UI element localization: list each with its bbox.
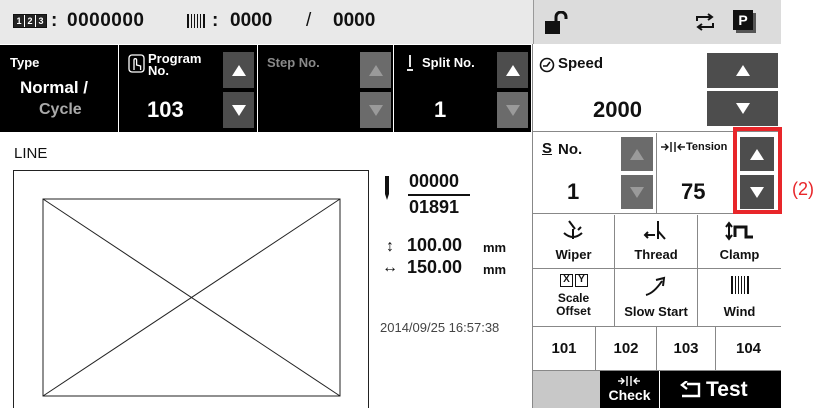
scale-offset-label-line2: Offset [556,304,591,318]
height-icon: ↕ [386,238,394,255]
clamp-icon [724,219,756,243]
speed-value: 2000 [593,97,642,122]
width-unit: mm [483,262,507,277]
needle-icon [405,54,415,72]
bobbin-separator: / [306,10,312,31]
s-no-value: 1 [567,179,580,204]
timestamp: 2014/09/25 16:57:38 [380,320,500,335]
speed-icon [539,57,555,73]
speed-up-button[interactable] [707,53,778,88]
program-down-button[interactable] [223,92,254,128]
tension-value: 75 [681,179,706,204]
height-unit: mm [483,240,507,255]
step-label: Step No. [267,55,320,70]
program-102-button[interactable]: 102 [596,327,657,370]
down-arrow-icon [630,186,644,198]
unlock-icon[interactable] [544,10,570,35]
bobbin-colon: : [212,10,219,31]
tension-highlight-box [733,127,782,214]
p-icon[interactable]: P [733,10,757,34]
program-104-button[interactable]: 104 [716,327,781,370]
split-label: Split No. [422,55,475,70]
stitch-divider [408,194,470,196]
type-panel[interactable]: Type Normal / Cycle [0,45,118,132]
up-arrow-icon [368,64,383,76]
thread-icon [643,219,669,243]
bottom-bar [533,371,600,408]
wind-button[interactable]: Wind [698,269,781,326]
counter-value: 0000000 [67,10,145,31]
check-button[interactable]: Check [600,371,659,408]
counter-icon: 1 2 3 [13,14,47,28]
step-down-button[interactable] [360,92,391,128]
split-down-button[interactable] [497,92,528,128]
down-arrow-icon [505,104,520,116]
wiper-icon [561,219,585,243]
scale-offset-button[interactable]: X Y Scale Offset [533,269,614,326]
speed-label: Speed [558,55,604,72]
bobbin-value: 0000 [230,10,273,31]
return-icon [679,380,701,399]
stitch-total: 01891 [409,197,460,217]
counter-colon: : [51,10,58,31]
program-hand-icon [128,54,145,73]
program-101-button[interactable]: 101 [533,327,596,370]
slow-start-label: Slow Start [624,304,688,319]
type-label: Type [10,55,40,70]
program-value: 103 [147,97,184,122]
wiper-label: Wiper [555,247,592,262]
height-value: 100.00 [407,235,463,255]
needle-stitch-icon [382,175,392,201]
width-icon: ↔ [382,259,398,276]
program-label-line2: No. [148,63,169,78]
test-label: Test [706,378,748,401]
s-no-down-button[interactable] [621,175,653,209]
up-arrow-icon [231,64,246,76]
width-value: 150.00 [407,257,463,277]
slow-start-icon [644,275,670,297]
tension-label: Tension [686,141,728,153]
repeat-icon[interactable] [694,11,716,33]
program-103-button[interactable]: 103 [657,327,716,370]
up-arrow-icon [505,64,520,76]
tension-icon [660,140,686,154]
wiper-button[interactable]: Wiper [533,215,614,268]
down-arrow-icon [735,103,750,114]
xy-icon: X Y [560,274,588,288]
wind-icon [730,274,750,296]
thread-label: Thread [634,247,678,262]
line-label: LINE [14,145,48,162]
s-no-label: No. [558,141,583,158]
bobbin-total: 0000 [333,10,376,31]
clamp-button[interactable]: Clamp [698,215,781,268]
check-label: Check [608,387,651,403]
pattern-preview [13,170,369,408]
test-button[interactable]: Test [660,371,781,408]
callout-label: (2) [792,179,814,199]
program-up-button[interactable] [223,52,254,88]
clamp-label: Clamp [719,247,760,262]
s-no-up-button[interactable] [621,137,653,171]
up-arrow-icon [735,65,750,76]
split-up-button[interactable] [497,52,528,88]
type-value-line1: Normal / [20,78,89,97]
down-arrow-icon [368,104,383,116]
stitch-count: 00000 [409,171,460,191]
scale-offset-label-line1: Scale [557,291,590,305]
speed-down-button[interactable] [707,91,778,126]
wind-label: Wind [723,304,756,319]
check-icon [617,374,641,386]
up-arrow-icon [630,148,644,160]
thread-button[interactable]: Thread [615,215,697,268]
slow-start-button[interactable]: Slow Start [615,269,697,326]
s-no-s-label: S [542,140,553,157]
down-arrow-icon [231,104,246,116]
type-value-line2: Cycle [39,101,82,118]
step-up-button[interactable] [360,52,391,88]
split-value: 1 [434,97,447,122]
bobbin-icon [186,12,206,30]
